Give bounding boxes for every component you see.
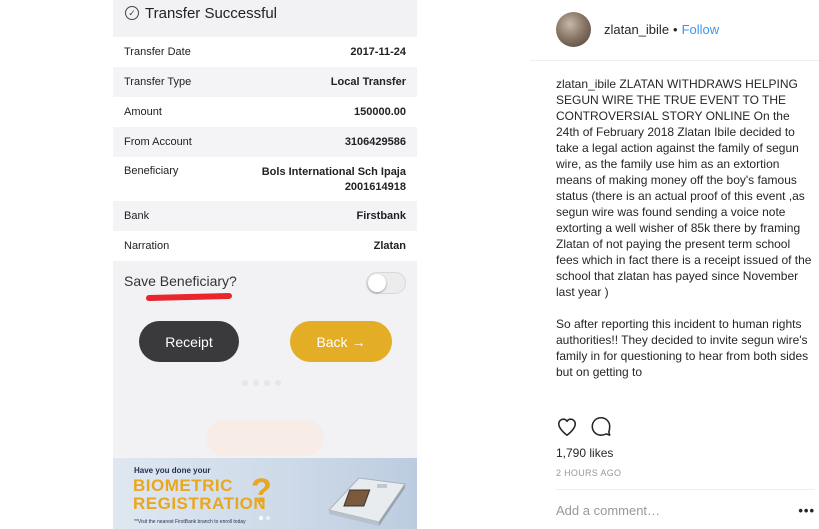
caption-paragraph: So after reporting this incident to huma… — [556, 317, 809, 379]
more-options-icon[interactable]: ••• — [798, 503, 815, 518]
caption-paragraph: zlatan_ibile ZLATAN WITHDRAWS HELPING SE… — [556, 76, 814, 300]
banner-question-mark: ? — [251, 472, 272, 510]
fingerprint-scanner-icon — [328, 477, 406, 526]
detail-label: Transfer Date — [124, 46, 191, 58]
detail-value: 3106429586 — [344, 136, 406, 148]
detail-label: Narration — [124, 240, 170, 252]
detail-row-amount: Amount 150000.00 — [113, 97, 417, 127]
post-image-panel: ✓ Transfer Successful Transfer Date 2017… — [0, 0, 530, 529]
separator-dot: • — [673, 22, 678, 37]
avatar[interactable] — [556, 12, 591, 47]
beneficiary-name: Bols International Sch Ipaja — [261, 166, 406, 178]
post-actions — [556, 414, 819, 440]
detail-label: Beneficiary — [124, 165, 179, 177]
beneficiary-account: 2001614918 — [344, 181, 406, 193]
caption-author[interactable]: zlatan_ibile — [556, 77, 616, 91]
detail-value: Zlatan — [373, 240, 406, 252]
detail-row-narration: Narration Zlatan — [113, 231, 417, 261]
banner-question: Have you done your — [134, 466, 211, 475]
detail-value: Firstbank — [356, 210, 406, 222]
follow-button[interactable]: Follow — [682, 22, 720, 37]
detail-value: 150000.00 — [354, 106, 406, 118]
detail-value: Bols International Sch Ipaja 2001614918 — [262, 165, 406, 201]
ghost-button-shape — [206, 420, 324, 456]
detail-row-transfer-type: Transfer Type Local Transfer — [113, 67, 417, 97]
receipt-button: Receipt — [139, 321, 239, 362]
detail-label: Amount — [124, 106, 162, 118]
comment-icon[interactable] — [590, 415, 612, 437]
dot — [253, 380, 259, 386]
caption-scroll-area[interactable]: zlatan_ibile ZLATAN WITHDRAWS HELPING SE… — [556, 76, 814, 407]
detail-row-beneficiary: Beneficiary Bols International Sch Ipaja… — [113, 157, 417, 201]
save-beneficiary-toggle — [366, 272, 406, 294]
dot — [275, 380, 281, 386]
banner-title-line2: REGISTRATION — [133, 494, 267, 513]
loading-dots — [242, 380, 281, 386]
comment-input[interactable] — [556, 503, 766, 518]
back-button-label: Back — [316, 333, 348, 350]
detail-label: Bank — [124, 210, 150, 222]
check-circle-icon: ✓ — [125, 6, 139, 20]
caption-text: ZLATAN WITHDRAWS HELPING SEGUN WIRE THE … — [556, 77, 812, 299]
toggle-knob — [368, 274, 386, 292]
pager-dot — [259, 516, 263, 520]
save-beneficiary-label: Save Beneficiary? — [124, 273, 237, 289]
pager-dot — [266, 516, 270, 520]
likes-count[interactable]: 1,790 likes — [556, 446, 613, 460]
red-underline-annotation — [145, 292, 233, 302]
comment-bar: ••• — [556, 489, 815, 529]
detail-row-transfer-date: Transfer Date 2017-11-24 — [113, 37, 417, 67]
back-button: Back → — [290, 321, 392, 362]
detail-label: Transfer Type — [124, 76, 192, 88]
detail-label: From Account — [124, 136, 192, 148]
detail-row-bank: Bank Firstbank — [113, 201, 417, 231]
detail-value: Local Transfer — [330, 76, 406, 88]
detail-value: 2017-11-24 — [350, 46, 406, 58]
author-line: zlatan_ibile • Follow — [604, 22, 719, 37]
arrow-right-icon: → — [351, 333, 366, 350]
post-header: zlatan_ibile • Follow — [530, 0, 819, 61]
post-timestamp: 2 HOURS AGO — [556, 468, 622, 478]
receipt-button-label: Receipt — [165, 333, 213, 350]
post-sidebar: zlatan_ibile • Follow zlatan_ibile ZLATA… — [530, 0, 819, 529]
dot — [242, 380, 248, 386]
dot — [264, 380, 270, 386]
transfer-success-header: ✓ Transfer Successful — [113, 0, 417, 26]
transfer-success-title: Transfer Successful — [145, 4, 277, 22]
banner-pager — [259, 516, 270, 520]
biometric-ad-banner: Have you done your BIOMETRIC REGISTRATIO… — [113, 458, 417, 529]
banner-footnote: **Visit the nearest FirstBank branch to … — [134, 519, 246, 525]
detail-row-from-account: From Account 3106429586 — [113, 127, 417, 157]
author-username[interactable]: zlatan_ibile — [604, 22, 669, 37]
bank-transfer-screenshot: ✓ Transfer Successful Transfer Date 2017… — [113, 0, 417, 529]
banner-title-line1: BIOMETRIC — [133, 476, 233, 495]
heart-icon[interactable] — [556, 416, 578, 438]
